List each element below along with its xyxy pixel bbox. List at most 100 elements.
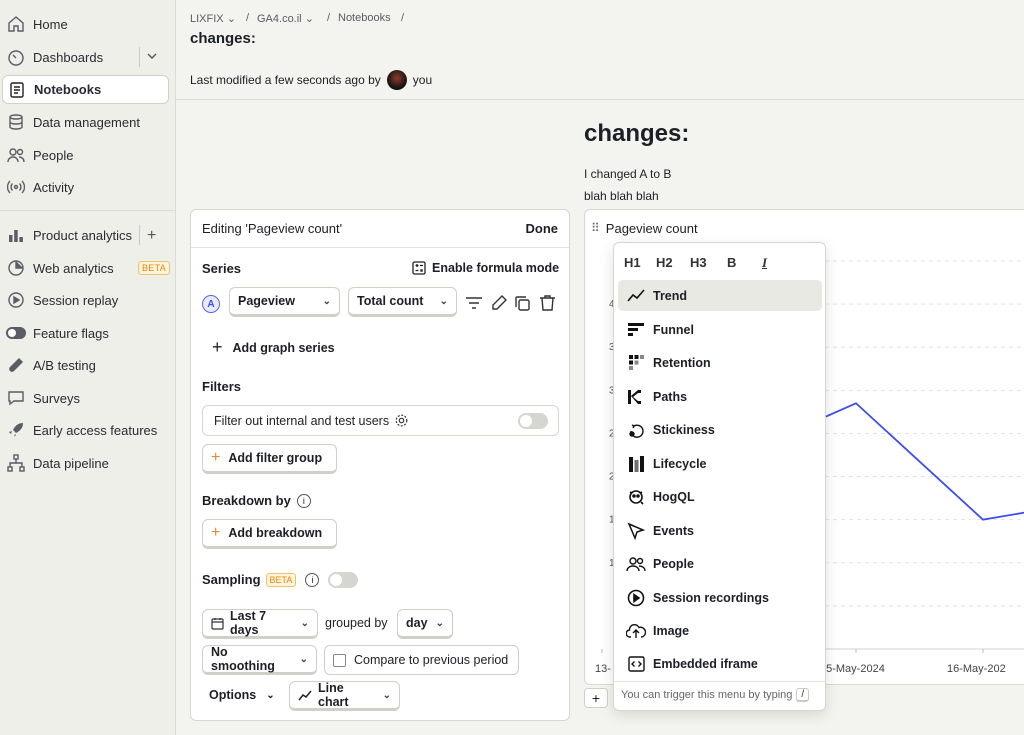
compare-checkbox[interactable]	[333, 653, 346, 667]
menu-item-retention[interactable]: Retention	[618, 347, 822, 378]
info-icon[interactable]: i	[296, 493, 311, 508]
breakdown-label: Breakdown by	[202, 493, 291, 508]
plus-icon: +	[211, 524, 221, 541]
filter-internal-row: Filter out internal and test users	[202, 405, 559, 436]
sidebar-item-label: Dashboards	[33, 49, 104, 65]
add-block-button[interactable]: +	[584, 688, 608, 708]
menu-item-people[interactable]: People	[618, 548, 822, 579]
toggle-icon	[6, 323, 26, 343]
menu-item-image[interactable]: Image	[618, 615, 822, 646]
add-breakdown-button[interactable]: + Add breakdown	[202, 519, 337, 549]
chart-type-select[interactable]: Line chart ⌄	[289, 681, 400, 711]
format-italic-button[interactable]: I	[762, 255, 767, 271]
trend-icon	[626, 286, 646, 306]
web-analytics-icon	[6, 258, 26, 278]
sidebar-item-feature-flags[interactable]: Feature flags	[2, 319, 169, 347]
notebook-text-line[interactable]: I changed A to B	[584, 167, 671, 181]
sidebar-item-home[interactable]: Home	[2, 10, 169, 38]
format-bold-button[interactable]: B	[727, 255, 736, 270]
insight-editor-panel: Editing 'Pageview count' Done Series Ena…	[190, 209, 570, 721]
info-icon[interactable]: i	[305, 572, 320, 587]
options-button[interactable]: Options ⌄	[209, 688, 275, 702]
sidebar-item-label: Web analytics	[33, 260, 114, 276]
filter-internal-label: Filter out internal and test users	[214, 413, 390, 428]
filter-icon[interactable]	[465, 295, 483, 311]
chevron-down-icon: ⌄	[382, 689, 391, 701]
notebook-title[interactable]: changes:	[584, 120, 689, 148]
x-tick-label: 15-May-2024	[820, 663, 885, 675]
menu-item-session-recordings[interactable]: Session recordings	[618, 582, 822, 613]
events-icon	[626, 521, 646, 541]
recording-icon	[626, 588, 646, 608]
chevron-down-icon: ⌄	[304, 13, 314, 25]
sidebar-item-early-access[interactable]: Early access features	[2, 416, 169, 444]
add-filter-group-button[interactable]: + Add filter group	[202, 444, 337, 474]
sidebar-item-dashboards[interactable]: Dashboards	[2, 43, 169, 71]
edit-icon[interactable]	[490, 294, 508, 312]
menu-item-funnel[interactable]: Funnel	[618, 314, 822, 345]
chevron-down-icon[interactable]	[146, 50, 158, 62]
avatar[interactable]	[386, 70, 407, 90]
date-range-select[interactable]: Last 7 days ⌄	[202, 609, 318, 639]
breadcrumb-notebooks[interactable]: Notebooks	[338, 12, 391, 24]
format-h2-button[interactable]: H2	[656, 255, 673, 270]
format-h3-button[interactable]: H3	[690, 255, 707, 270]
add-series-button[interactable]: + Add graph series	[212, 337, 335, 358]
sampling-heading: Sampling BETA i	[202, 572, 320, 587]
sidebar-item-ab-testing[interactable]: A/B testing	[2, 351, 169, 379]
plus-icon: +	[211, 449, 221, 466]
smoothing-value: No smoothing	[211, 645, 275, 673]
sidebar: Home Dashboards Notebooks Data managemen…	[0, 0, 176, 735]
math-select[interactable]: Total count ⌄	[348, 287, 457, 317]
filter-internal-toggle[interactable]	[518, 413, 548, 429]
notebook-text-line[interactable]: blah blah blah	[584, 189, 659, 203]
menu-item-hogql[interactable]: HogQL	[618, 481, 822, 512]
menu-item-label: Funnel	[653, 322, 694, 337]
menu-item-lifecycle[interactable]: Lifecycle	[618, 448, 822, 479]
duplicate-icon[interactable]	[514, 295, 531, 312]
plus-icon[interactable]: +	[147, 227, 156, 245]
sidebar-item-label: Session replay	[33, 292, 119, 308]
sidebar-item-product-analytics[interactable]: Product analytics	[2, 221, 169, 249]
sidebar-item-label: Home	[33, 16, 68, 32]
sidebar-item-activity[interactable]: Activity	[2, 173, 169, 201]
stickiness-icon	[626, 420, 646, 440]
date-range-value: Last 7 days	[230, 609, 267, 637]
sidebar-item-data-management[interactable]: Data management	[2, 108, 169, 136]
menu-item-paths[interactable]: Paths	[618, 381, 822, 412]
activity-icon	[6, 177, 26, 197]
options-label: Options	[209, 688, 257, 702]
sidebar-item-people[interactable]: People	[2, 141, 169, 169]
breadcrumb-project[interactable]: GA4.co.il ⌄	[257, 12, 314, 25]
smoothing-select[interactable]: No smoothing ⌄	[202, 645, 317, 675]
event-select[interactable]: Pageview ⌄	[229, 287, 340, 317]
menu-item-stickiness[interactable]: Stickiness	[618, 414, 822, 445]
sidebar-item-notebooks[interactable]: Notebooks	[2, 75, 169, 104]
sidebar-item-data-pipeline[interactable]: Data pipeline	[2, 449, 169, 477]
trash-icon[interactable]	[539, 294, 556, 312]
breadcrumb-separator: /	[327, 12, 331, 24]
menu-item-trend[interactable]: Trend	[618, 280, 822, 311]
sidebar-item-label: Activity	[33, 179, 75, 195]
editor-heading: Editing 'Pageview count'	[202, 221, 343, 236]
menu-item-events[interactable]: Events	[618, 515, 822, 546]
sidebar-item-label: Notebooks	[34, 82, 102, 97]
sampling-toggle[interactable]	[328, 572, 358, 588]
flask-icon	[6, 355, 26, 375]
chevron-down-icon: ⌄	[226, 13, 236, 25]
format-h1-button[interactable]: H1	[624, 255, 641, 270]
done-button[interactable]: Done	[526, 221, 559, 236]
database-icon	[6, 112, 26, 132]
sampling-label: Sampling	[202, 572, 261, 587]
sidebar-item-session-replay[interactable]: Session replay	[2, 286, 169, 314]
sidebar-item-surveys[interactable]: Surveys	[2, 384, 169, 412]
rocket-icon	[6, 420, 26, 440]
sidebar-item-label: Surveys	[33, 390, 80, 406]
menu-item-embedded-iframe[interactable]: Embedded iframe	[618, 648, 822, 679]
formula-mode-button[interactable]: Enable formula mode	[412, 261, 559, 275]
gear-icon[interactable]	[394, 413, 409, 428]
compare-checkbox-row[interactable]: Compare to previous period	[324, 645, 519, 675]
breadcrumb-org[interactable]: LIXFIX ⌄	[190, 12, 236, 25]
x-tick-label: 13-	[595, 663, 611, 675]
interval-select[interactable]: day ⌄	[397, 609, 453, 639]
